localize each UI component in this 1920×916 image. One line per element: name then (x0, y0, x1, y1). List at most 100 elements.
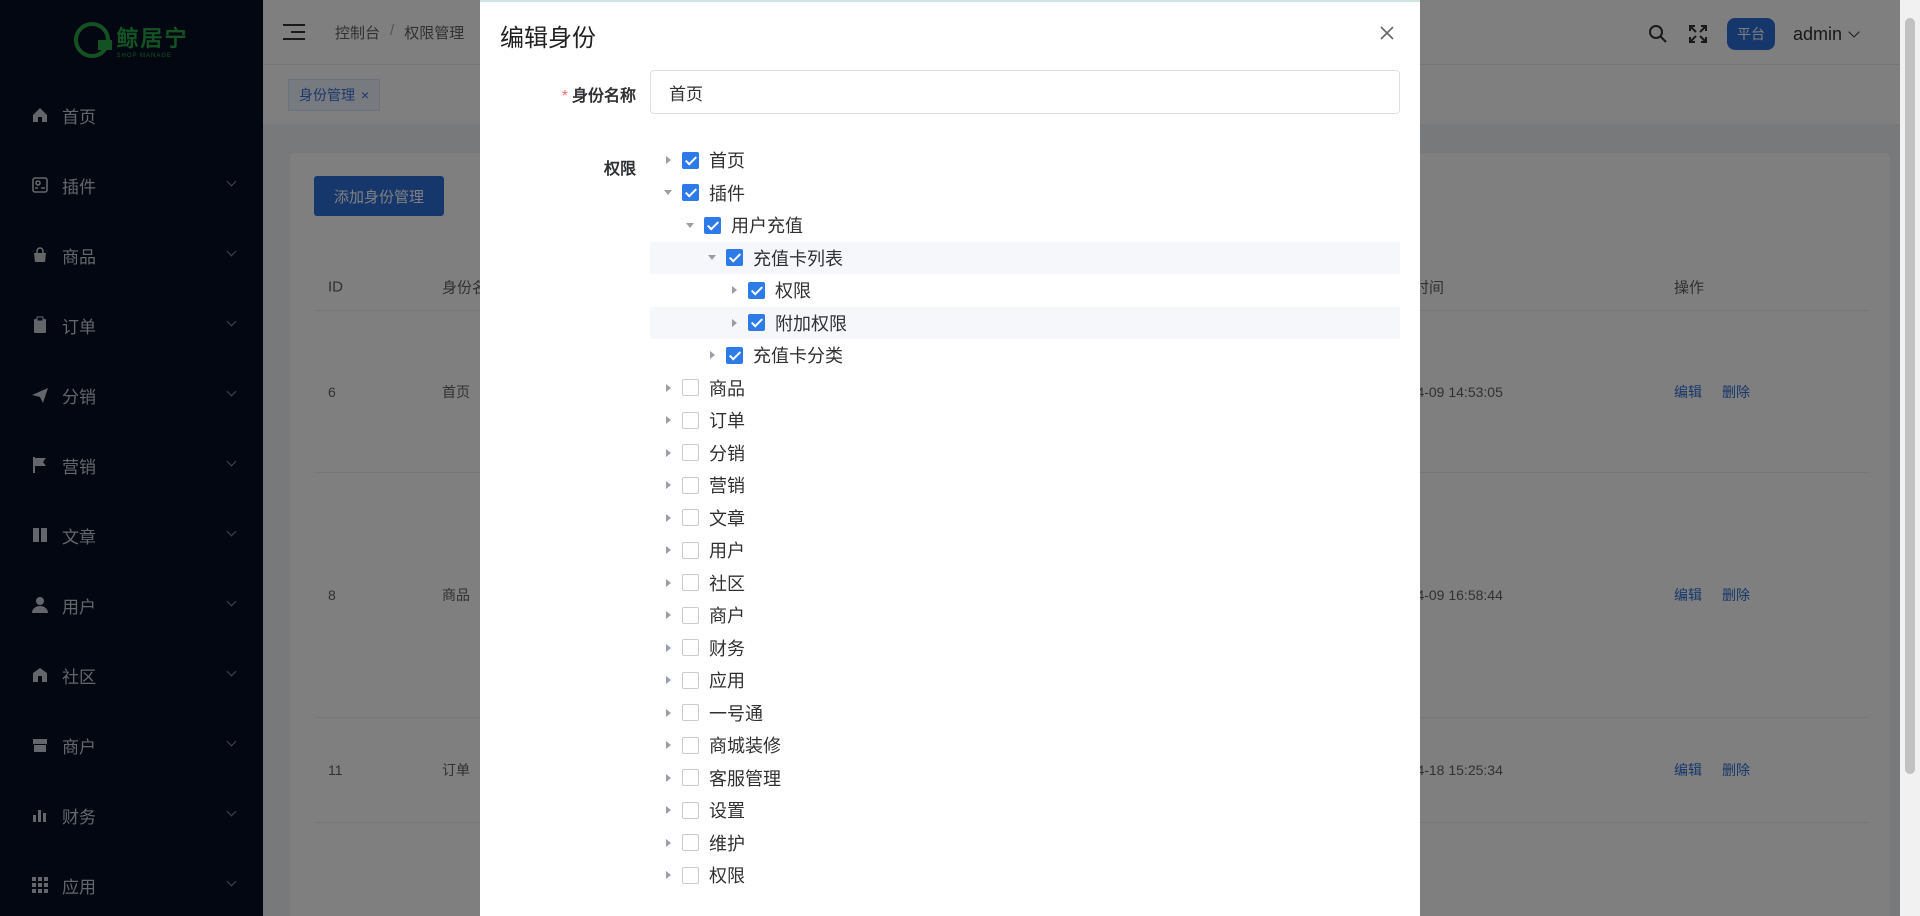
tree-node-label: 权限 (709, 866, 745, 887)
caret-right-icon[interactable] (660, 542, 676, 558)
caret-right-icon[interactable] (660, 380, 676, 396)
tree-node-label: 插件 (709, 183, 745, 204)
required-mark: * (561, 88, 568, 105)
page-scrollbar[interactable] (1900, 0, 1920, 916)
tree-checkbox[interactable] (682, 769, 699, 787)
scrollbar-thumb[interactable] (1905, 18, 1915, 774)
tree-node-label: 用户 (709, 541, 745, 562)
tree-checkbox[interactable] (682, 801, 699, 819)
tree-node-label: 应用 (709, 671, 745, 692)
tree-node[interactable]: 商户 (650, 599, 1400, 632)
tree-checkbox[interactable] (682, 184, 699, 202)
tree-node-label: 商城装修 (709, 736, 781, 757)
tree-node-label: 维护 (709, 833, 745, 854)
caret-right-icon[interactable] (660, 867, 676, 883)
caret-right-icon[interactable] (726, 282, 742, 298)
caret-right-icon[interactable] (660, 575, 676, 591)
caret-right-icon[interactable] (660, 412, 676, 428)
tree-node[interactable]: 插件 (650, 177, 1400, 210)
tree-node[interactable]: 权限 (650, 859, 1400, 892)
tree-node-label: 分销 (709, 443, 745, 464)
caret-right-icon[interactable] (660, 152, 676, 168)
caret-right-icon[interactable] (660, 510, 676, 526)
caret-right-icon[interactable] (660, 802, 676, 818)
tree-node[interactable]: 充值卡分类 (650, 339, 1400, 372)
tree-node-label: 财务 (709, 638, 745, 659)
tree-node[interactable]: 分销 (650, 437, 1400, 470)
tree-node-label: 首页 (709, 151, 745, 172)
tree-node-label: 营销 (709, 476, 745, 497)
tree-checkbox[interactable] (682, 736, 699, 754)
tree-node-label: 附加权限 (775, 313, 847, 334)
tree-node[interactable]: 用户 (650, 534, 1400, 567)
tree-node[interactable]: 充值卡列表 (650, 241, 1400, 274)
tree-node[interactable]: 营销 (650, 469, 1400, 502)
tree-checkbox[interactable] (726, 249, 743, 267)
identity-name-input[interactable] (650, 70, 1400, 114)
caret-right-icon[interactable] (660, 835, 676, 851)
tree-checkbox[interactable] (682, 444, 699, 462)
caret-right-icon[interactable] (704, 347, 720, 363)
tree-checkbox[interactable] (682, 379, 699, 397)
caret-right-icon[interactable] (660, 640, 676, 656)
tree-node-label: 商户 (709, 606, 745, 627)
tree-node[interactable]: 应用 (650, 664, 1400, 697)
tree-checkbox[interactable] (704, 216, 721, 234)
tree-checkbox[interactable] (682, 574, 699, 592)
tree-checkbox[interactable] (726, 346, 743, 364)
tree-node[interactable]: 用户充值 (650, 209, 1400, 242)
caret-right-icon[interactable] (660, 705, 676, 721)
tree-checkbox[interactable] (682, 639, 699, 657)
tree-node[interactable]: 权限 (650, 274, 1400, 307)
tree-node-label: 客服管理 (709, 768, 781, 789)
tree-checkbox[interactable] (682, 151, 699, 169)
tree-node-label: 用户充值 (731, 216, 803, 237)
tree-node[interactable]: 商品 (650, 372, 1400, 405)
tree-checkbox[interactable] (748, 281, 765, 299)
dialog-title: 编辑身份 (500, 25, 596, 52)
caret-right-icon[interactable] (660, 770, 676, 786)
tree-node[interactable]: 附加权限 (650, 306, 1400, 339)
tree-checkbox[interactable] (682, 671, 699, 689)
tree-node[interactable]: 维护 (650, 827, 1400, 860)
tree-node[interactable]: 客服管理 (650, 762, 1400, 795)
tree-node[interactable]: 财务 (650, 632, 1400, 665)
caret-right-icon[interactable] (660, 672, 676, 688)
tree-node-label: 社区 (709, 573, 745, 594)
tree-node-label: 订单 (709, 411, 745, 432)
tree-checkbox[interactable] (682, 541, 699, 559)
name-label: * 身份名称 (540, 82, 636, 106)
tree-node[interactable]: 一号通 (650, 697, 1400, 730)
tree-node[interactable]: 设置 (650, 794, 1400, 827)
tree-node-label: 一号通 (709, 703, 763, 724)
caret-down-icon[interactable] (660, 185, 676, 201)
tree-node[interactable]: 首页 (650, 144, 1400, 177)
tree-checkbox[interactable] (748, 314, 765, 332)
tree-checkbox[interactable] (682, 476, 699, 494)
caret-right-icon[interactable] (726, 315, 742, 331)
tree-checkbox[interactable] (682, 704, 699, 722)
tree-node[interactable]: 商城装修 (650, 729, 1400, 762)
close-icon[interactable] (1378, 24, 1396, 42)
tree-checkbox[interactable] (682, 606, 699, 624)
tree-checkbox[interactable] (682, 411, 699, 429)
tree-node-label: 权限 (775, 281, 811, 302)
caret-right-icon[interactable] (660, 607, 676, 623)
tree-checkbox[interactable] (682, 834, 699, 852)
caret-right-icon[interactable] (660, 477, 676, 493)
tree-checkbox[interactable] (682, 509, 699, 527)
tree-checkbox[interactable] (682, 866, 699, 884)
tree-node[interactable]: 订单 (650, 404, 1400, 437)
caret-down-icon[interactable] (682, 217, 698, 233)
tree-node-label: 商品 (709, 378, 745, 399)
tree-node-label: 文章 (709, 508, 745, 529)
permission-tree: 首页 插件 用户充值 充值卡列表 权限 附加权限 充值卡分类 商品 订单 分销 营销 文章 用户 社区 商户… (650, 144, 1400, 892)
tree-node[interactable]: 文章 (650, 502, 1400, 535)
caret-down-icon[interactable] (704, 250, 720, 266)
tree-node[interactable]: 社区 (650, 567, 1400, 600)
tree-node-label: 充值卡分类 (753, 346, 843, 367)
caret-right-icon[interactable] (660, 737, 676, 753)
edit-identity-dialog: 编辑身份 *身份名称 权限 首页插件用户充值充值卡列表权限附加权限充值卡分类商品… (480, 0, 1420, 916)
caret-right-icon[interactable] (660, 445, 676, 461)
name-label-text: 身份名称 (571, 88, 636, 105)
